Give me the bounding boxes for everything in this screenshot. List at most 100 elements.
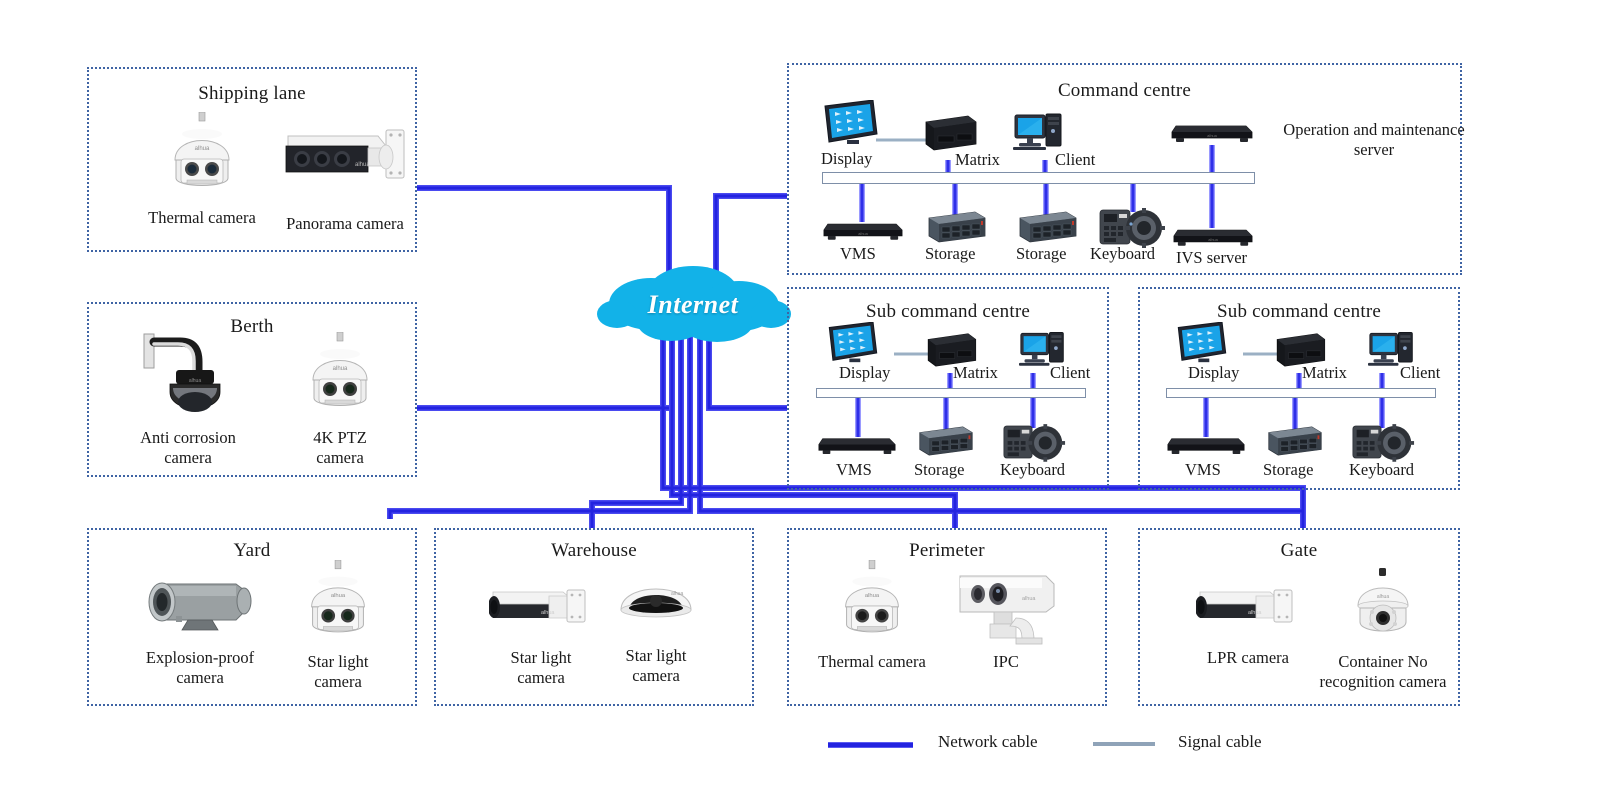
zone-title-sub-command-centre-1: Sub command centre (866, 301, 1030, 322)
svg-text:alhua: alhua (189, 378, 201, 384)
internet-label: Internet (647, 290, 739, 319)
svg-text:alhua: alhua (1207, 133, 1218, 138)
zone-title-shipping-lane: Shipping lane (198, 83, 306, 104)
device-label-vms-sc2: VMS (1185, 460, 1221, 479)
control-keyboard-icon (1003, 424, 1066, 462)
video-wall-display-icon (1177, 321, 1227, 363)
control-keyboard-icon (1352, 424, 1415, 462)
command-centre-busbar (822, 172, 1255, 184)
svg-text:alhua: alhua (858, 231, 868, 236)
device-label-client-sc2: Client (1400, 363, 1441, 382)
rack-server-icon: alhua (1171, 125, 1253, 142)
svg-text:alhua: alhua (1377, 594, 1389, 600)
device-label: Container No recognition camera (1319, 652, 1447, 692)
legend-network-cable-label: Network cable (938, 732, 1038, 751)
device-4k-ptz-camera: alhua 4K PTZ camera (270, 332, 410, 468)
device-star-light-dome-warehouse: alhua Star light camera (598, 570, 714, 686)
device-label-keyboard-cc: Keyboard (1090, 244, 1156, 263)
device-label: Anti corrosion camera (140, 428, 236, 468)
zone-title-gate: Gate (1280, 540, 1318, 561)
dome-camera-icon: alhua (620, 588, 692, 618)
bullet-camera-icon: alhua (1196, 589, 1293, 623)
ptz-dome-camera-icon: alhua (312, 332, 368, 406)
device-container-no-recognition-camera: alhua Container No recognition camera (1315, 568, 1451, 692)
device-label-display-sc2: Display (1188, 363, 1240, 382)
device-label-vms-cc: VMS (840, 244, 876, 263)
legend-network-cable-swatch (828, 742, 913, 748)
device-label-storage2-cc: Storage (1016, 244, 1067, 263)
svg-text:alhua: alhua (1248, 610, 1262, 616)
device-label: Thermal camera (818, 652, 926, 671)
device-label: Panorama camera (286, 214, 404, 233)
device-star-light-bullet-warehouse: alhua Star light camera (473, 578, 609, 688)
dual-lens-box-camera-icon: alhua (959, 575, 1055, 645)
device-label-matrix-sc1: Matrix (953, 363, 998, 382)
zone-title-perimeter: Perimeter (909, 540, 985, 561)
device-label-display-cc: Display (821, 149, 873, 168)
matrix-server-icon (925, 115, 977, 151)
device-label-storage-sc2: Storage (1263, 460, 1314, 479)
device-label-client-cc: Client (1055, 150, 1096, 169)
rack-server-icon: alhua (1173, 229, 1253, 246)
device-label-om-server-cc: Operation and maintenance server (1283, 120, 1465, 159)
device-thermal-camera-perimeter: alhua Thermal camera (802, 560, 942, 672)
device-label: Thermal camera (148, 208, 256, 227)
device-display-sc1 (827, 321, 879, 369)
device-label: IPC (993, 652, 1019, 671)
storage-array-icon (919, 426, 973, 456)
device-label: Star light camera (510, 648, 572, 688)
device-display-cc (823, 99, 879, 151)
device-label-ivs-server-cc: IVS server (1176, 248, 1248, 267)
device-vms-sc2 (1166, 433, 1246, 461)
device-label: 4K PTZ camera (313, 428, 367, 468)
device-thermal-camera-shipping: alhua Thermal camera (132, 112, 272, 228)
device-label-storage1-cc: Storage (925, 244, 976, 263)
device-vms-cc: alhua (822, 218, 904, 247)
device-storage-sc2 (1265, 425, 1325, 462)
svg-text:alhua: alhua (195, 146, 210, 152)
zone-title-sub-command-centre-2: Sub command centre (1217, 301, 1381, 322)
svg-text:alhua: alhua (1022, 596, 1036, 602)
device-vms-sc1 (817, 433, 897, 461)
control-keyboard-icon (1099, 208, 1165, 248)
storage-array-icon (1268, 426, 1322, 456)
storage-array-icon (1019, 211, 1077, 243)
rack-server-icon: alhua (823, 223, 903, 240)
panorama-bullet-camera-icon: alhua (285, 129, 405, 179)
svg-text:alhua: alhua (1208, 237, 1218, 242)
device-label-matrix-sc2: Matrix (1302, 363, 1347, 382)
device-ipc-perimeter: alhua IPC (936, 566, 1076, 672)
device-star-light-camera-yard: alhua Star light camera (268, 560, 408, 692)
device-label-vms-sc1: VMS (836, 460, 872, 479)
device-label: Explosion-proof camera (145, 648, 255, 688)
video-wall-display-icon (828, 321, 878, 363)
ptz-dome-camera-icon: alhua (311, 560, 365, 633)
bullet-camera-icon: alhua (489, 589, 586, 623)
legend-signal-cable-label: Signal cable (1178, 732, 1262, 751)
sub-centre-2-busbar (1166, 388, 1436, 398)
svg-text:alhua: alhua (333, 366, 348, 372)
legend: Network cable Signal cable (820, 730, 1300, 760)
video-wall-display-icon (824, 99, 878, 144)
zone-title-warehouse: Warehouse (551, 540, 637, 561)
device-label: Star light camera (307, 652, 369, 692)
device-panorama-camera: alhua Panorama camera (270, 116, 420, 234)
device-label-storage-sc1: Storage (914, 460, 965, 479)
topology-diagram: Internet Shipping lane alhua Thermal cam… (0, 0, 1601, 812)
internet-cloud: Internet (593, 262, 793, 347)
device-label-keyboard-sc1: Keyboard (1000, 460, 1066, 479)
device-lpr-camera: alhua LPR camera (1180, 578, 1316, 668)
device-explosion-proof-camera: Explosion-proof camera (120, 570, 280, 688)
device-om-server-cc: alhua (1170, 120, 1254, 149)
svg-text:alhua: alhua (541, 610, 555, 616)
device-label-keyboard-sc2: Keyboard (1349, 460, 1415, 479)
ptz-dome-camera-icon: alhua (845, 560, 899, 633)
rack-server-icon (1167, 438, 1245, 455)
ptz-dome-camera-icon: alhua (174, 112, 230, 186)
device-label-display-sc1: Display (839, 363, 891, 382)
device-label-client-sc1: Client (1050, 363, 1091, 382)
svg-text:alhua: alhua (331, 593, 346, 599)
explosion-proof-camera-icon (148, 582, 252, 631)
storage-array-icon (928, 211, 986, 243)
zone-title-command-centre: Command centre (1057, 80, 1192, 101)
